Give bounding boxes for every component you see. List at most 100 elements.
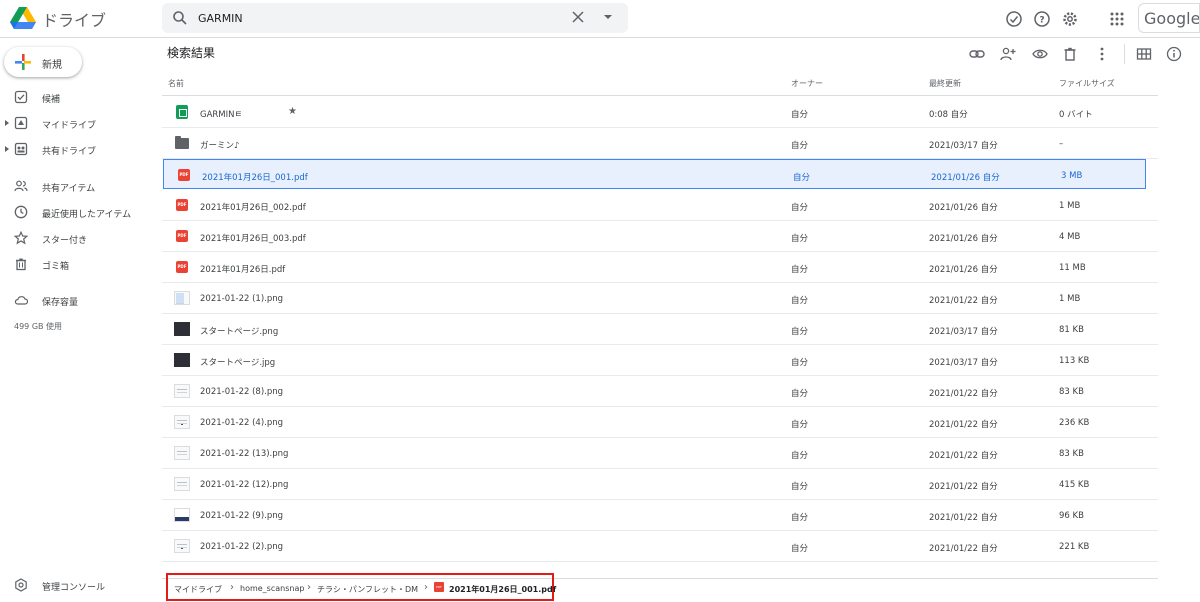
file-owner: 自分 (791, 451, 809, 461)
file-row[interactable]: PDF 2021年01月26日_001.pdf 自分 2021/01/26 自分 3 M… (163, 159, 1146, 189)
column-header-modified[interactable]: 最終更新 (929, 78, 961, 89)
more-actions-icon[interactable] (1094, 46, 1110, 62)
file-row[interactable]: 2021-01-22 (4).png 自分 2021/01/22 自分 236 KB (162, 407, 1158, 438)
file-row[interactable]: GARMINㅌ ★ 自分 0:08 自分 0 バイト (162, 97, 1158, 128)
image-thumbnail-icon (174, 414, 190, 430)
apps-grid-icon[interactable] (1108, 10, 1126, 28)
file-modified: 2021/01/26 自分 (931, 173, 1000, 183)
page-title: 検索結果 (167, 46, 216, 60)
file-name[interactable]: 2021-01-22 (1).png (200, 294, 283, 304)
column-header-name[interactable]: 名前 (168, 78, 184, 89)
image-thumbnail-icon (174, 352, 190, 368)
search-input[interactable] (198, 9, 538, 27)
file-name[interactable]: 2021-01-22 (8).png (200, 387, 283, 397)
sidebar-item-my-drive[interactable]: マイドライブ (0, 113, 160, 135)
file-name[interactable]: 2021-01-22 (4).png (200, 418, 283, 428)
admin-console-label: 管理コンソール (42, 583, 106, 593)
breadcrumb-item-flyers[interactable]: チラシ・パンフレット・DM (317, 584, 418, 595)
file-name[interactable]: 2021-01-22 (9).png (200, 511, 283, 521)
column-header-owner[interactable]: オーナー (791, 78, 823, 89)
file-row[interactable]: PDF 2021年01月26日_003.pdf 自分 2021/01/26 自分 4 M… (162, 221, 1158, 252)
column-header-size[interactable]: ファイルサイズ (1059, 78, 1115, 89)
app-name[interactable]: ドライブ (42, 7, 106, 31)
details-info-icon[interactable] (1166, 46, 1182, 62)
image-thumbnail-icon (174, 538, 190, 554)
get-link-icon[interactable] (969, 46, 985, 62)
file-modified: 2021/01/22 自分 (929, 482, 998, 492)
file-modified: 2021/01/22 自分 (929, 420, 998, 430)
chevron-right-icon: › (230, 582, 234, 593)
cloud-icon (14, 296, 28, 305)
file-modified: 2021/01/26 自分 (929, 265, 998, 275)
search-icon[interactable] (172, 10, 188, 26)
delete-trash-icon[interactable] (1062, 46, 1078, 62)
search-options-icon[interactable] (602, 11, 614, 23)
file-row[interactable]: スタートページ.png 自分 2021/03/17 自分 81 KB (162, 314, 1158, 345)
breadcrumb-item-my-drive[interactable]: マイドライブ (174, 584, 222, 595)
expand-arrow-icon[interactable] (5, 146, 9, 152)
share-person-add-icon[interactable] (1000, 46, 1016, 62)
drive-logo-icon[interactable] (10, 7, 36, 29)
file-size: 236 KB (1059, 418, 1090, 428)
file-name[interactable]: 2021年01月26日_003.pdf (200, 232, 306, 244)
file-size: 4 MB (1059, 232, 1081, 242)
file-size: 1 MB (1059, 201, 1081, 211)
file-row[interactable]: 2021-01-22 (1).png 自分 2021/01/22 自分 1 MB (162, 283, 1158, 314)
file-row[interactable]: 2021-01-22 (8).png 自分 2021/01/22 自分 83 KB (162, 376, 1158, 407)
file-name[interactable]: 2021年01月26日_002.pdf (200, 201, 306, 213)
breadcrumb-item-home-scansnap[interactable]: home_scansnap (240, 584, 304, 593)
file-name[interactable]: 2021年01月26日_001.pdf (202, 171, 308, 183)
google-account-button[interactable]: Google (1138, 3, 1200, 33)
file-name[interactable]: ガーミン♪ (200, 139, 239, 151)
file-modified: 2021/01/26 自分 (929, 234, 998, 244)
sidebar-item-label: 共有アイテム (42, 184, 96, 194)
clock-icon (14, 205, 28, 219)
file-modified: 2021/03/17 自分 (929, 327, 998, 337)
file-owner: 自分 (791, 420, 809, 430)
search-bar[interactable] (162, 3, 628, 33)
settings-gear-icon[interactable] (1061, 10, 1079, 28)
grid-view-icon[interactable] (1136, 46, 1152, 62)
sidebar-item-recent[interactable]: 最近使用したアイテム (0, 202, 160, 224)
chevron-right-icon: › (424, 582, 428, 593)
sidebar-item-shared-with-me[interactable]: 共有アイテム (0, 176, 160, 198)
file-row[interactable]: PDF 2021年01月26日.pdf 自分 2021/01/26 自分 11 MB (162, 252, 1158, 283)
file-name[interactable]: 2021-01-22 (13).png (200, 449, 288, 459)
file-owner: 自分 (791, 234, 809, 244)
file-row[interactable]: ガーミン♪ 自分 2021/03/17 自分 – (162, 128, 1158, 159)
preview-eye-icon[interactable] (1032, 46, 1048, 62)
expand-arrow-icon[interactable] (5, 120, 9, 126)
file-row[interactable]: PDF 2021年01月26日_002.pdf 自分 2021/01/26 自分 1 M… (162, 190, 1158, 221)
file-name[interactable]: 2021年01月26日.pdf (200, 263, 285, 275)
sidebar-item-trash[interactable]: ゴミ箱 (0, 254, 160, 276)
new-button-label: 新規 (42, 60, 62, 71)
file-row[interactable]: 2021-01-22 (9).png 自分 2021/01/22 自分 96 KB (162, 500, 1158, 531)
file-size: 81 KB (1059, 325, 1084, 335)
admin-console-link[interactable]: 管理コンソール (0, 575, 160, 597)
sidebar-item-shared-drives[interactable]: 共有ドライブ (0, 139, 160, 161)
new-button[interactable]: 新規 (4, 47, 82, 77)
help-icon[interactable]: ? (1033, 10, 1051, 28)
file-owner: 自分 (791, 482, 809, 492)
sidebar-item-suggestions[interactable]: 候補 (0, 87, 160, 109)
file-owner: 自分 (791, 265, 809, 275)
sidebar-item-storage[interactable]: 保存容量 (0, 290, 160, 312)
file-size: 83 KB (1059, 387, 1084, 397)
breadcrumb-item-current-file[interactable]: 2021年01月26日_001.pdf (449, 584, 556, 595)
sidebar-item-starred[interactable]: スター付き (0, 228, 160, 250)
file-size: 83 KB (1059, 449, 1084, 459)
checkbox-icon (14, 90, 28, 104)
file-row[interactable]: 2021-01-22 (2).png 自分 2021/01/22 自分 221 KB (162, 531, 1158, 562)
offline-status-icon[interactable] (1005, 10, 1023, 28)
file-name[interactable]: GARMINㅌ (200, 108, 242, 120)
file-name[interactable]: 2021-01-22 (2).png (200, 542, 283, 552)
sidebar: 新規 候補 マイドライブ 共有ドライブ 共有アイテム 最近使用したアイテム スタ… (0, 39, 160, 602)
file-row[interactable]: スタートページ.jpg 自分 2021/03/17 自分 113 KB (162, 345, 1158, 376)
file-row[interactable]: 2021-01-22 (12).png 自分 2021/01/22 自分 415 KB (162, 469, 1158, 500)
file-size: 113 KB (1059, 356, 1090, 366)
file-name[interactable]: スタートページ.jpg (200, 356, 275, 368)
file-name[interactable]: 2021-01-22 (12).png (200, 480, 288, 490)
clear-search-icon[interactable] (571, 10, 585, 24)
file-row[interactable]: 2021-01-22 (13).png 自分 2021/01/22 自分 83 KB (162, 438, 1158, 469)
file-name[interactable]: スタートページ.png (200, 325, 278, 337)
